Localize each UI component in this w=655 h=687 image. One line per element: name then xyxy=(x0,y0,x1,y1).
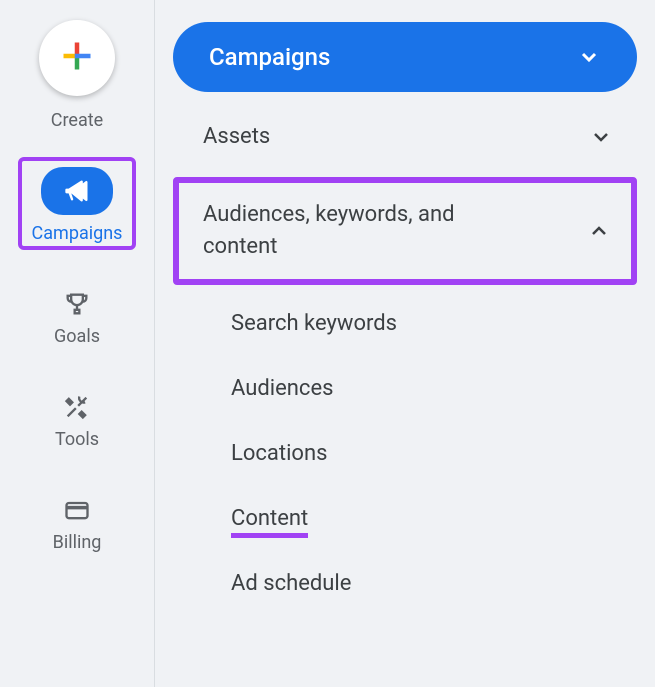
chevron-down-icon xyxy=(589,125,613,149)
trophy-icon xyxy=(63,290,91,318)
rail-item-goals[interactable]: Goals xyxy=(44,284,110,353)
rail-item-billing[interactable]: Billing xyxy=(43,490,112,559)
subnav-label: Locations xyxy=(231,441,327,466)
card-icon xyxy=(63,496,91,524)
nav-row-label: Assets xyxy=(203,124,270,149)
nav-row-label: Audiences, keywords, and content xyxy=(203,199,503,263)
left-rail: Create Campaigns Goals xyxy=(0,0,155,687)
subnav-search-keywords[interactable]: Search keywords xyxy=(173,291,637,356)
rail-item-label: Goals xyxy=(54,326,100,347)
plus-icon xyxy=(59,38,95,78)
subnav-audiences[interactable]: Audiences xyxy=(173,356,637,421)
chevron-up-icon xyxy=(587,219,611,243)
megaphone-icon xyxy=(63,177,91,205)
nav-campaigns[interactable]: Campaigns xyxy=(173,22,637,92)
nav-audiences-keywords-content[interactable]: Audiences, keywords, and content xyxy=(173,177,637,285)
subnav-label: Audiences xyxy=(231,376,333,401)
chevron-down-icon xyxy=(577,45,601,69)
subnav-ad-schedule[interactable]: Ad schedule xyxy=(173,551,637,616)
rail-pill xyxy=(41,167,113,215)
subnav-label: Content xyxy=(231,506,308,538)
rail-item-label: Tools xyxy=(55,429,99,450)
subnav-locations[interactable]: Locations xyxy=(173,421,637,486)
secondary-nav: Campaigns Assets Audiences, keywords, an… xyxy=(155,0,655,687)
rail-item-tools[interactable]: Tools xyxy=(45,387,109,456)
tools-icon xyxy=(63,393,91,421)
subnav-content[interactable]: Content xyxy=(173,486,637,551)
nav-assets[interactable]: Assets xyxy=(173,102,637,171)
create-button[interactable] xyxy=(39,20,115,96)
subnav-label: Search keywords xyxy=(231,311,397,336)
rail-item-campaigns[interactable]: Campaigns xyxy=(18,157,137,250)
rail-item-label: Billing xyxy=(53,532,102,553)
nav-primary-label: Campaigns xyxy=(209,43,330,71)
rail-item-label: Campaigns xyxy=(32,223,123,244)
subnav-label: Ad schedule xyxy=(231,571,351,596)
create-label: Create xyxy=(51,110,103,131)
